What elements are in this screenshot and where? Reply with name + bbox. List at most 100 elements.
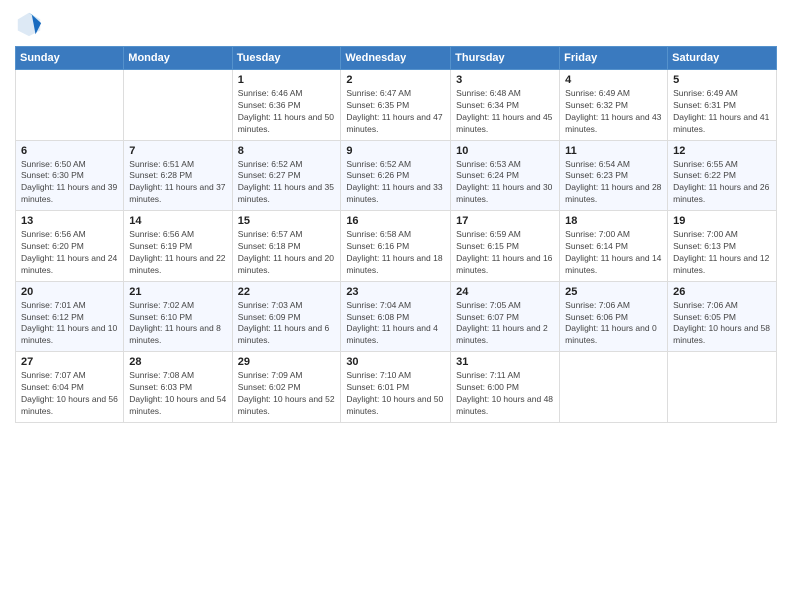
calendar-cell: 20Sunrise: 7:01 AM Sunset: 6:12 PM Dayli… — [16, 281, 124, 352]
day-number: 12 — [673, 145, 771, 157]
calendar-cell: 21Sunrise: 7:02 AM Sunset: 6:10 PM Dayli… — [124, 281, 232, 352]
day-info: Sunrise: 6:57 AM Sunset: 6:18 PM Dayligh… — [238, 229, 336, 277]
day-header-tuesday: Tuesday — [232, 47, 341, 70]
calendar-cell: 24 Sunrise: 7:05 AM Sunset: 6:07 PM Dayli… — [451, 281, 560, 352]
day-info: Sunrise: 7:05 AM Sunset: 6:07 PM Dayligh… — [456, 300, 554, 348]
day-number: 9 — [346, 145, 445, 157]
calendar-cell: 15 Sunrise: 6:57 AM Sunset: 6:18 PM Dayli… — [232, 211, 341, 282]
day-number: 25 — [565, 286, 662, 298]
calendar-week-3: 13Sunrise: 6:56 AM Sunset: 6:20 PM Dayli… — [16, 211, 777, 282]
calendar-cell — [560, 352, 668, 423]
day-number: 22 — [238, 286, 336, 298]
calendar-cell — [124, 70, 232, 141]
day-info: Sunrise: 7:00 AM Sunset: 6:14 PM Dayligh… — [565, 229, 662, 277]
day-header-sunday: Sunday — [16, 47, 124, 70]
day-number: 10 — [456, 145, 554, 157]
day-info: Sunrise: 7:10 AM Sunset: 6:01 PM Dayligh… — [346, 370, 445, 418]
day-number: 2 — [346, 74, 445, 86]
calendar-cell: 22 Sunrise: 7:03 AM Sunset: 6:09 PM Dayli… — [232, 281, 341, 352]
calendar-cell: 12 Sunrise: 6:55 AM Sunset: 6:22 PM Dayli… — [668, 140, 777, 211]
day-info: Sunrise: 6:58 AM Sunset: 6:16 PM Dayligh… — [346, 229, 445, 277]
day-number: 15 — [238, 215, 336, 227]
day-number: 11 — [565, 145, 662, 157]
day-number: 28 — [129, 356, 226, 368]
calendar-cell: 2 Sunrise: 6:47 AM Sunset: 6:35 PM Daylig… — [341, 70, 451, 141]
calendar-cell: 28 Sunrise: 7:08 AM Sunset: 6:03 PM Dayli… — [124, 352, 232, 423]
day-number: 1 — [238, 74, 336, 86]
day-info: Sunrise: 7:07 AM Sunset: 6:04 PM Dayligh… — [21, 370, 118, 418]
calendar-cell: 19 Sunrise: 7:00 AM Sunset: 6:13 PM Dayli… — [668, 211, 777, 282]
calendar-cell: 7Sunrise: 6:51 AM Sunset: 6:28 PM Daylig… — [124, 140, 232, 211]
calendar-cell: 30 Sunrise: 7:10 AM Sunset: 6:01 PM Dayli… — [341, 352, 451, 423]
day-number: 19 — [673, 215, 771, 227]
calendar-cell: 13Sunrise: 6:56 AM Sunset: 6:20 PM Dayli… — [16, 211, 124, 282]
logo — [15, 10, 47, 38]
day-header-friday: Friday — [560, 47, 668, 70]
day-number: 31 — [456, 356, 554, 368]
calendar-cell: 18 Sunrise: 7:00 AM Sunset: 6:14 PM Dayli… — [560, 211, 668, 282]
calendar-cell — [668, 352, 777, 423]
day-info: Sunrise: 7:02 AM Sunset: 6:10 PM Dayligh… — [129, 300, 226, 348]
day-info: Sunrise: 6:55 AM Sunset: 6:22 PM Dayligh… — [673, 159, 771, 207]
calendar-cell: 1 Sunrise: 6:46 AM Sunset: 6:36 PM Daylig… — [232, 70, 341, 141]
day-info: Sunrise: 6:52 AM Sunset: 6:26 PM Dayligh… — [346, 159, 445, 207]
calendar: SundayMondayTuesdayWednesdayThursdayFrid… — [15, 46, 777, 423]
day-number: 5 — [673, 74, 771, 86]
day-number: 17 — [456, 215, 554, 227]
day-number: 30 — [346, 356, 445, 368]
calendar-cell: 26 Sunrise: 7:06 AM Sunset: 6:05 PM Dayli… — [668, 281, 777, 352]
day-info: Sunrise: 6:53 AM Sunset: 6:24 PM Dayligh… — [456, 159, 554, 207]
day-number: 27 — [21, 356, 118, 368]
calendar-cell: 8 Sunrise: 6:52 AM Sunset: 6:27 PM Daylig… — [232, 140, 341, 211]
day-info: Sunrise: 7:11 AM Sunset: 6:00 PM Dayligh… — [456, 370, 554, 418]
day-info: Sunrise: 6:59 AM Sunset: 6:15 PM Dayligh… — [456, 229, 554, 277]
calendar-cell: 25 Sunrise: 7:06 AM Sunset: 6:06 PM Dayli… — [560, 281, 668, 352]
day-number: 6 — [21, 145, 118, 157]
calendar-cell: 23Sunrise: 7:04 AM Sunset: 6:08 PM Dayli… — [341, 281, 451, 352]
calendar-cell: 6Sunrise: 6:50 AM Sunset: 6:30 PM Daylig… — [16, 140, 124, 211]
day-number: 24 — [456, 286, 554, 298]
calendar-cell: 31 Sunrise: 7:11 AM Sunset: 6:00 PM Dayli… — [451, 352, 560, 423]
day-info: Sunrise: 7:03 AM Sunset: 6:09 PM Dayligh… — [238, 300, 336, 348]
day-info: Sunrise: 6:48 AM Sunset: 6:34 PM Dayligh… — [456, 88, 554, 136]
day-info: Sunrise: 7:06 AM Sunset: 6:06 PM Dayligh… — [565, 300, 662, 348]
calendar-cell: 3 Sunrise: 6:48 AM Sunset: 6:34 PM Daylig… — [451, 70, 560, 141]
calendar-week-1: 1 Sunrise: 6:46 AM Sunset: 6:36 PM Daylig… — [16, 70, 777, 141]
day-info: Sunrise: 6:51 AM Sunset: 6:28 PM Dayligh… — [129, 159, 226, 207]
day-number: 18 — [565, 215, 662, 227]
day-number: 23 — [346, 286, 445, 298]
day-info: Sunrise: 7:08 AM Sunset: 6:03 PM Dayligh… — [129, 370, 226, 418]
day-number: 16 — [346, 215, 445, 227]
day-number: 26 — [673, 286, 771, 298]
calendar-week-5: 27 Sunrise: 7:07 AM Sunset: 6:04 PM Dayli… — [16, 352, 777, 423]
day-info: Sunrise: 6:49 AM Sunset: 6:31 PM Dayligh… — [673, 88, 771, 136]
page: SundayMondayTuesdayWednesdayThursdayFrid… — [0, 0, 792, 612]
day-number: 8 — [238, 145, 336, 157]
calendar-cell — [16, 70, 124, 141]
day-info: Sunrise: 6:52 AM Sunset: 6:27 PM Dayligh… — [238, 159, 336, 207]
calendar-cell: 14Sunrise: 6:56 AM Sunset: 6:19 PM Dayli… — [124, 211, 232, 282]
calendar-week-4: 20Sunrise: 7:01 AM Sunset: 6:12 PM Dayli… — [16, 281, 777, 352]
day-info: Sunrise: 7:09 AM Sunset: 6:02 PM Dayligh… — [238, 370, 336, 418]
logo-icon — [15, 10, 43, 38]
calendar-cell: 10 Sunrise: 6:53 AM Sunset: 6:24 PM Dayli… — [451, 140, 560, 211]
calendar-header-row: SundayMondayTuesdayWednesdayThursdayFrid… — [16, 47, 777, 70]
day-info: Sunrise: 6:47 AM Sunset: 6:35 PM Dayligh… — [346, 88, 445, 136]
day-number: 4 — [565, 74, 662, 86]
day-header-monday: Monday — [124, 47, 232, 70]
day-number: 14 — [129, 215, 226, 227]
calendar-cell: 27 Sunrise: 7:07 AM Sunset: 6:04 PM Dayli… — [16, 352, 124, 423]
day-info: Sunrise: 7:06 AM Sunset: 6:05 PM Dayligh… — [673, 300, 771, 348]
day-info: Sunrise: 7:01 AM Sunset: 6:12 PM Dayligh… — [21, 300, 118, 348]
day-number: 3 — [456, 74, 554, 86]
calendar-cell: 4 Sunrise: 6:49 AM Sunset: 6:32 PM Daylig… — [560, 70, 668, 141]
day-info: Sunrise: 6:49 AM Sunset: 6:32 PM Dayligh… — [565, 88, 662, 136]
day-header-saturday: Saturday — [668, 47, 777, 70]
calendar-cell: 29 Sunrise: 7:09 AM Sunset: 6:02 PM Dayli… — [232, 352, 341, 423]
day-number: 29 — [238, 356, 336, 368]
calendar-cell: 5 Sunrise: 6:49 AM Sunset: 6:31 PM Daylig… — [668, 70, 777, 141]
calendar-cell: 16 Sunrise: 6:58 AM Sunset: 6:16 PM Dayli… — [341, 211, 451, 282]
day-info: Sunrise: 7:00 AM Sunset: 6:13 PM Dayligh… — [673, 229, 771, 277]
day-info: Sunrise: 6:46 AM Sunset: 6:36 PM Dayligh… — [238, 88, 336, 136]
calendar-cell: 11Sunrise: 6:54 AM Sunset: 6:23 PM Dayli… — [560, 140, 668, 211]
